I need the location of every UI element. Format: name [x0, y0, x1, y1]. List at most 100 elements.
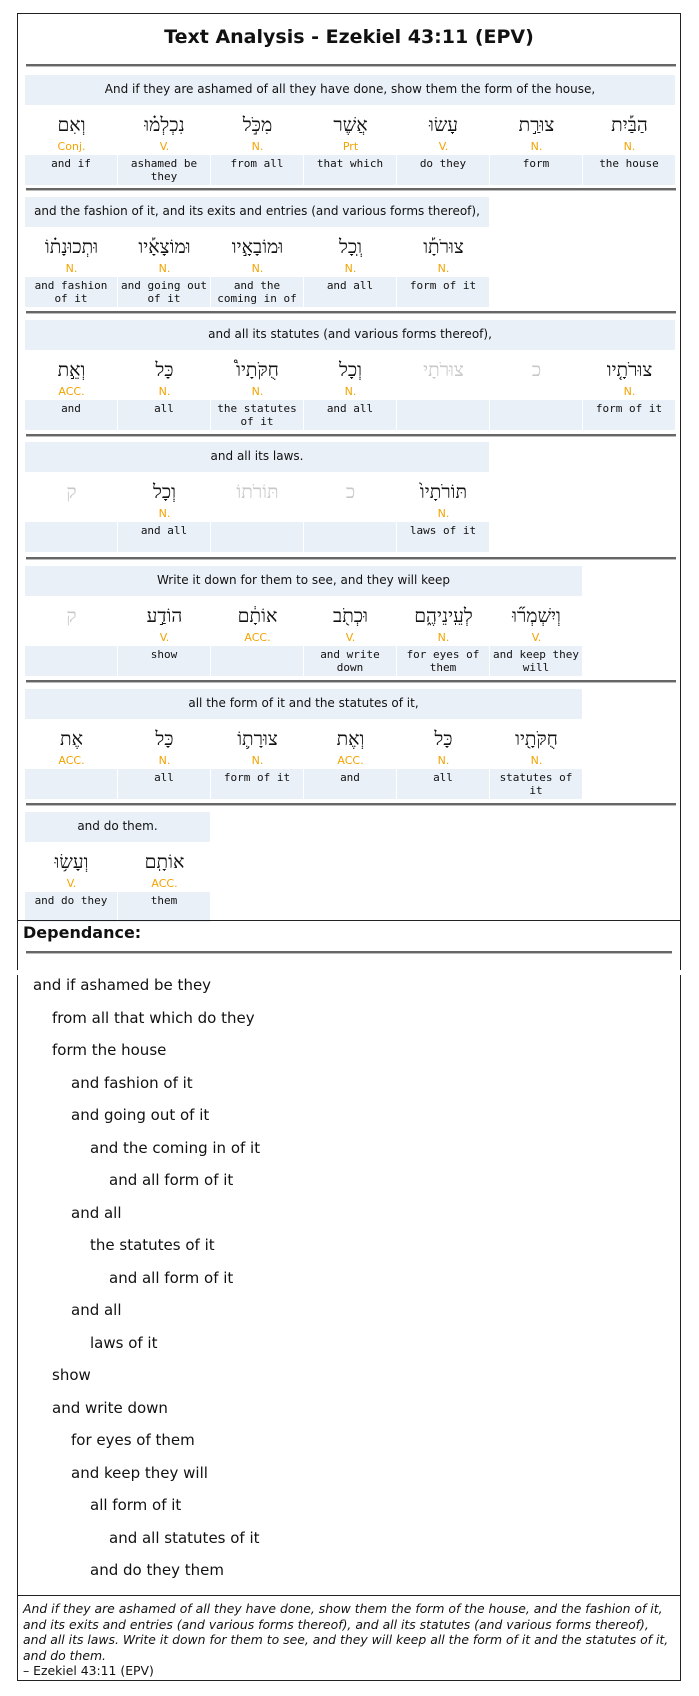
verse-block: And if they are ashamed of all they have… — [25, 75, 676, 185]
word-cell[interactable]: כָּל N. all — [118, 350, 211, 430]
divider — [26, 557, 676, 559]
english-gloss: form of it — [583, 400, 675, 430]
word-cell[interactable]: נִכְלְמ֗וּ V. ashamed be they — [118, 105, 211, 185]
word-cell[interactable]: צוּרֹתָ֤יו N. form of it — [583, 350, 676, 430]
part-of-speech: V. — [531, 631, 542, 644]
word-cell[interactable]: חֻקֹּתָיו֩ N. the statutes of it — [211, 350, 304, 430]
divider — [26, 803, 676, 805]
ketiv-word: תּוֹרֹתוֹ — [236, 481, 279, 503]
english-gloss: statutes of it — [490, 769, 582, 799]
word-cell[interactable]: ק — [25, 472, 118, 552]
word-cell[interactable]: וּמוֹבָאָ֣יו N. and the coming in of — [211, 227, 304, 307]
word-cell[interactable]: וּמוֹצָאָ֡יו N. and going out of it — [118, 227, 211, 307]
dependance-tree: and if ashamed be they from all that whic… — [33, 969, 260, 1587]
part-of-speech: N. — [437, 507, 450, 520]
dependance-line: and write down — [52, 1398, 168, 1417]
part-of-speech: N. — [530, 754, 543, 767]
english-gloss: form — [490, 155, 582, 185]
hebrew-word: וּתְכוּנָת֗וֹ — [44, 236, 99, 258]
dependance-line: the statutes of it — [90, 1236, 215, 1254]
part-of-speech: N. — [251, 385, 264, 398]
english-gloss: all — [397, 769, 489, 799]
word-cell[interactable]: עָשׂוּ V. do they — [397, 105, 490, 185]
word-cell[interactable]: תּוֹרֹתָיו֙ N. laws of it — [397, 472, 490, 552]
english-gloss: all — [118, 400, 210, 430]
dependance-line: and do they them — [90, 1561, 224, 1579]
word-cell[interactable]: ק — [25, 596, 118, 676]
english-gloss: and the coming in of — [211, 277, 303, 307]
english-gloss — [397, 400, 489, 430]
dependance-line: and all — [71, 1301, 122, 1319]
word-cell[interactable]: וְֽכָל N. and all — [304, 227, 397, 307]
hebrew-word: וְֽכָל — [338, 236, 363, 258]
verse-quote: And if they are ashamed of all they have… — [17, 1595, 681, 1681]
english-gloss: and do they — [25, 892, 117, 922]
word-cell[interactable]: וְכָל N. and all — [118, 472, 211, 552]
word-cell[interactable]: צוּרֹתָי — [397, 350, 490, 430]
word-cell[interactable]: וְאֵ֣ת ACC. and — [25, 350, 118, 430]
dependance-line: and if ashamed be they — [33, 976, 212, 994]
hebrew-word: צוּרֹתָ֡ו — [423, 236, 464, 258]
word-cell[interactable]: וּכְתֹ֖ב V. and write down — [304, 596, 397, 676]
quote-text: And if they are ashamed of all they have… — [23, 1601, 669, 1663]
divider — [26, 680, 676, 682]
word-cell[interactable]: וְאֶת ACC. and — [304, 719, 397, 799]
part-of-speech: N. — [251, 262, 264, 275]
word-cell[interactable]: וְיִשְׁמְר֞וּ V. and keep they will — [490, 596, 583, 676]
word-cell[interactable]: צוּרַ֣ת N. form — [490, 105, 583, 185]
word-cell[interactable]: וְעָשׂ֥וּ V. and do they — [25, 842, 118, 922]
hebrew-word: צוּרָת֛וֹ — [237, 728, 278, 750]
part-of-speech: ACC. — [244, 631, 271, 644]
word-cell[interactable]: כ — [490, 350, 583, 430]
divider — [26, 951, 672, 953]
word-cell[interactable]: וְאִם Conj. and if — [25, 105, 118, 185]
word-cell[interactable]: לְעֵֽינֵיהֶ֑ם N. for eyes of them — [397, 596, 490, 676]
divider — [26, 64, 676, 66]
hebrew-word: לְעֵֽינֵיהֶ֑ם — [414, 605, 473, 627]
part-of-speech: N. — [158, 385, 171, 398]
word-cell[interactable]: כ — [304, 472, 397, 552]
word-cell[interactable]: וְכָל N. and all — [304, 350, 397, 430]
english-gloss: ashamed be they — [118, 155, 210, 185]
dependance-line: and the coming in of it — [90, 1138, 261, 1157]
english-gloss: and all — [118, 522, 210, 552]
word-row: וְאִם Conj. and if נִכְלְמ֗וּ V. ashamed be t… — [25, 105, 676, 185]
part-of-speech: N. — [344, 385, 357, 398]
word-cell[interactable]: צוּרֹתָ֡ו N. form of it — [397, 227, 490, 307]
hebrew-word: אֶת — [60, 728, 83, 750]
english-gloss: and all — [304, 277, 396, 307]
part-of-speech: V. — [159, 631, 170, 644]
dependance-line: and going out of it — [71, 1106, 210, 1124]
word-cell[interactable]: כָּל N. all — [118, 719, 211, 799]
word-cell[interactable]: חֻקֹּתָ֖יו N. statutes of it — [490, 719, 583, 799]
hebrew-word: כָּל — [155, 728, 174, 750]
hebrew-word: וְאִם — [57, 114, 86, 136]
word-cell[interactable]: וּתְכוּנָת֗וֹ N. and fashion of it — [25, 227, 118, 307]
english-gloss: from all — [211, 155, 303, 185]
word-cell[interactable]: אֶת ACC. — [25, 719, 118, 799]
word-row: אֶת ACC. כָּל N. all צוּרָת֛וֹ N. form of it וְא… — [25, 719, 583, 799]
ketiv-word: כ — [345, 481, 356, 503]
verse-block: and all its laws. ק וְכָל N. and all תּוֹרֹתו… — [25, 442, 490, 552]
word-cell[interactable]: תּוֹרֹתוֹ — [211, 472, 304, 552]
part-of-speech: V. — [438, 140, 449, 153]
english-gloss: laws of it — [397, 522, 489, 552]
dependance-line: and fashion of it — [71, 1073, 193, 1092]
word-cell[interactable]: הוֹדַ֣ע V. show — [118, 596, 211, 676]
part-of-speech: N. — [251, 754, 264, 767]
word-cell[interactable]: כָּל N. all — [397, 719, 490, 799]
hebrew-word: וּכְתֹ֖ב — [333, 605, 368, 627]
word-cell[interactable]: אוֹתָ֔ם ACC. — [211, 596, 304, 676]
dependance-line: show — [52, 1366, 91, 1384]
dependance-line: and all form of it — [109, 1171, 234, 1189]
english-gloss: do they — [397, 155, 489, 185]
verse-block: and the fashion of it, and its exits and… — [25, 197, 490, 307]
word-cell[interactable]: אוֹתָֽם ACC. them — [118, 842, 211, 922]
word-cell[interactable]: אֲשֶׁר Prt that which — [304, 105, 397, 185]
verse-gloss: all the form of it and the statutes of i… — [25, 689, 582, 719]
verse-gloss: and the fashion of it, and its exits and… — [25, 197, 489, 227]
word-cell[interactable]: מִכֹּ֣ל N. from all — [211, 105, 304, 185]
english-gloss: form of it — [211, 769, 303, 799]
word-cell[interactable]: צוּרָת֛וֹ N. form of it — [211, 719, 304, 799]
word-cell[interactable]: הַבַּ֡יִת N. the house — [583, 105, 676, 185]
